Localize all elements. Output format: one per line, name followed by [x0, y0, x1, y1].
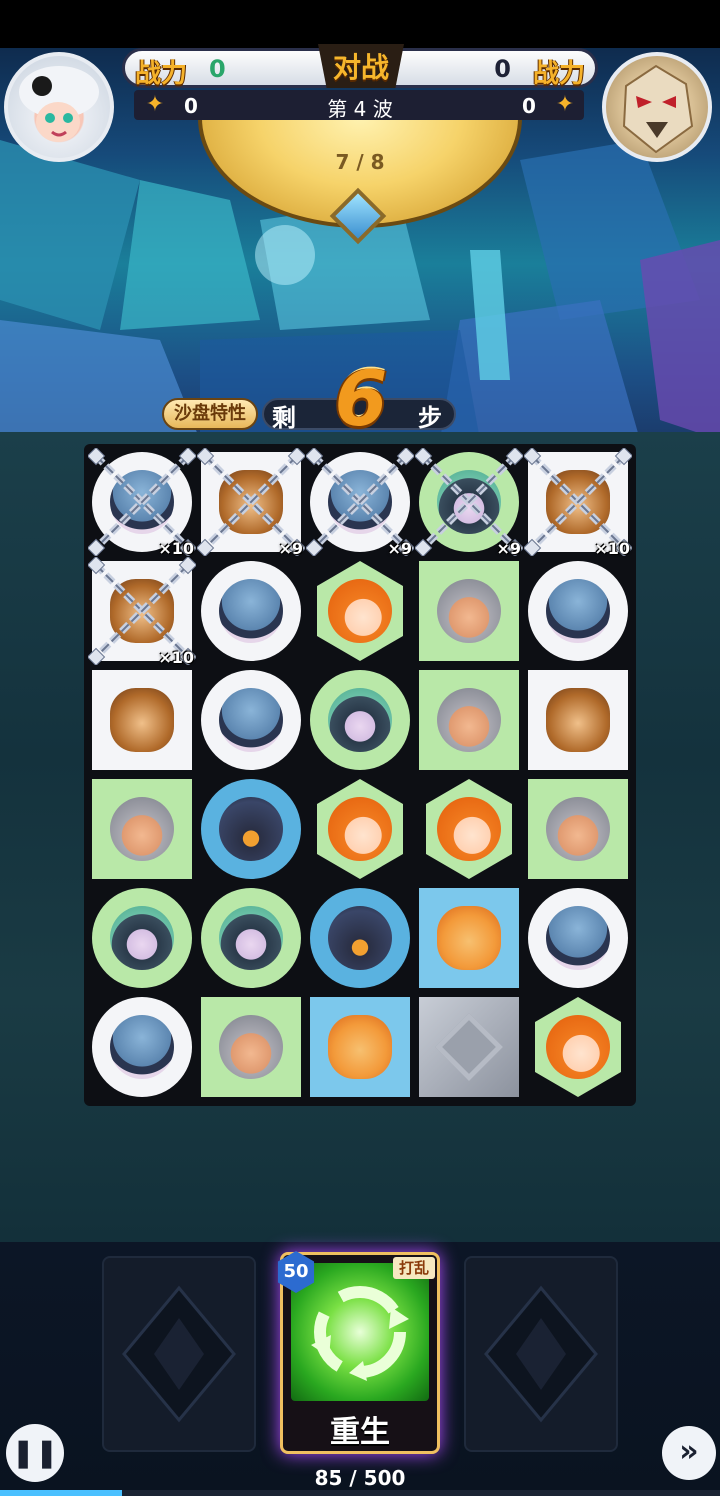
board-tile[interactable] [88, 993, 196, 1101]
fast-forward-button[interactable]: » [662, 1426, 716, 1480]
board-tile[interactable] [306, 884, 414, 992]
wave-label: 第 4 波 [327, 97, 393, 121]
orange-hero-icon [328, 797, 392, 861]
grey-hero-icon [437, 688, 501, 752]
board-tile[interactable]: ×9 [197, 448, 305, 558]
ninja-hero-icon [546, 579, 610, 643]
empty-slot-emblem-icon [484, 1285, 598, 1423]
hood-hero-icon [328, 688, 392, 752]
ninja-hero-icon [219, 579, 283, 643]
board-tile[interactable] [306, 557, 414, 665]
board-tile[interactable] [88, 884, 196, 992]
card-name: 重生 [330, 1415, 390, 1450]
grey-hero-icon [110, 797, 174, 861]
player-portrait-art [19, 66, 99, 142]
board-tile[interactable]: ×9 [415, 448, 523, 558]
right-star-count: 0 [522, 94, 536, 118]
ninja-hero-icon [110, 1015, 174, 1079]
board-tile[interactable] [524, 775, 632, 883]
chain-count: ×10 [158, 648, 194, 667]
board-tile[interactable]: ×10 [88, 448, 196, 558]
board-tile[interactable] [415, 884, 523, 992]
enemy-avatar[interactable] [602, 52, 712, 162]
sandbox-feature-button[interactable]: 沙盘特性 [162, 398, 258, 430]
shield-progress: 7 / 8 [335, 150, 385, 174]
board-tile[interactable] [524, 993, 632, 1101]
star-icon: ✦ [555, 92, 575, 117]
match-board: ×10 ×9 ×9 ×9 ×10 ×10 [84, 444, 636, 1106]
left-star-count: 0 [184, 94, 198, 118]
ninja-hero-icon [219, 688, 283, 752]
enemy-portrait-art [622, 64, 694, 154]
board-tile[interactable]: ×9 [306, 448, 414, 558]
right-power-label: 战力 [532, 59, 585, 89]
left-power-label: 战力 [135, 59, 188, 89]
bear-hero-icon [110, 688, 174, 752]
right-power-value: 0 [494, 55, 511, 83]
board-tile[interactable] [88, 666, 196, 774]
board-tile[interactable] [524, 884, 632, 992]
hood-hero-icon [110, 906, 174, 970]
moves-suffix: 步 [418, 404, 442, 432]
board-tile[interactable]: ×10 [524, 448, 632, 558]
darkhood-hero-icon [219, 797, 283, 861]
board-tile[interactable] [524, 557, 632, 665]
grey-hero-icon [219, 1015, 283, 1079]
card-tag: 打乱 [392, 1257, 435, 1279]
orange-hero-icon [546, 1015, 610, 1079]
star-icon: ✦ [145, 92, 165, 117]
bear-hero-icon [546, 688, 610, 752]
energy-counter: 85 / 500 [314, 1466, 406, 1490]
board-tile[interactable] [197, 775, 305, 883]
orange-hero-icon [328, 579, 392, 643]
left-power-value: 0 [209, 55, 226, 83]
chain-count: ×10 [594, 539, 630, 558]
board-tile[interactable] [197, 993, 305, 1101]
chain-count: ×10 [158, 539, 194, 558]
board-tile[interactable] [415, 775, 523, 883]
board-tile[interactable]: ×10 [88, 557, 196, 667]
pause-icon: ❚❚ [11, 1436, 59, 1469]
energy-progress-fill [0, 1490, 123, 1496]
chain-count: ×9 [278, 539, 303, 558]
moves-prefix: 剩 [272, 404, 296, 432]
board-tile[interactable] [415, 993, 523, 1101]
vs-label: 对战 [332, 51, 389, 84]
hood-hero-icon [219, 906, 283, 970]
moves-remaining: 6 [334, 354, 388, 443]
empty-slot-emblem-icon [122, 1285, 236, 1423]
board-tile[interactable] [197, 557, 305, 665]
player-avatar[interactable] [4, 52, 114, 162]
monk-hero-icon [328, 1015, 392, 1079]
board-tile[interactable] [415, 666, 523, 774]
board-tile[interactable] [197, 666, 305, 774]
status-bar [0, 0, 720, 48]
monk-hero-icon [437, 906, 501, 970]
board-tile[interactable] [524, 666, 632, 774]
grey-hero-icon [546, 797, 610, 861]
skill-card-rebirth[interactable]: 50 打乱 重生 [277, 1251, 440, 1454]
chain-count: ×9 [496, 539, 521, 558]
empty-card-slot-left[interactable] [102, 1256, 256, 1452]
chain-count: ×9 [387, 539, 412, 558]
board-tile[interactable] [306, 775, 414, 883]
pause-button[interactable]: ❚❚ [6, 1424, 64, 1482]
board-tile[interactable] [88, 775, 196, 883]
board-tile[interactable] [197, 884, 305, 992]
grey-hero-icon [437, 579, 501, 643]
ninja-hero-icon [546, 906, 610, 970]
board-tile[interactable] [306, 666, 414, 774]
energy-progress-bar [0, 1490, 720, 1496]
fast-forward-icon: » [679, 1434, 699, 1469]
empty-card-slot-right[interactable] [464, 1256, 618, 1452]
board-tile[interactable] [415, 557, 523, 665]
orange-hero-icon [437, 797, 501, 861]
darkhood-hero-icon [328, 906, 392, 970]
board-tile[interactable] [306, 993, 414, 1101]
